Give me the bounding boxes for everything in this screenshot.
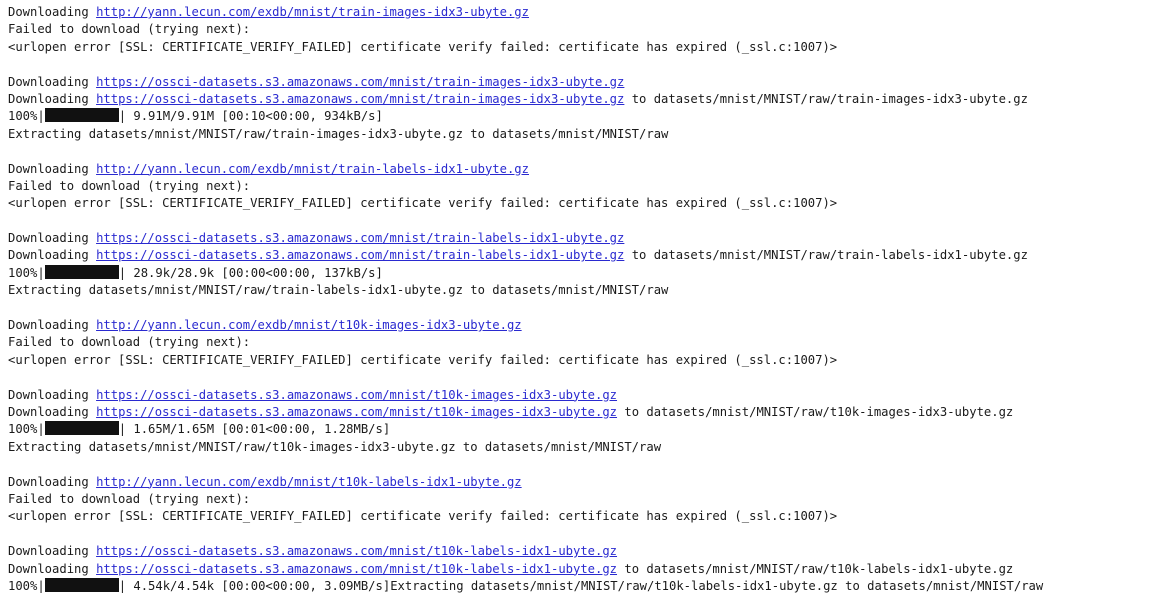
download-line: Downloading https://ossci-datasets.s3.am… xyxy=(8,91,1043,108)
console-output: Downloading http://yann.lecun.com/exdb/m… xyxy=(8,4,1043,595)
progress-bar-fill xyxy=(44,421,119,436)
progress-bar-fill xyxy=(44,577,119,592)
progress-stats: | 9.91M/9.91M [00:10<00:00, 934kB/s] xyxy=(118,109,383,124)
log-line: <urlopen error [SSL: CERTIFICATE_VERIFY_… xyxy=(8,509,838,524)
progress-percent: 100%| xyxy=(8,578,45,593)
progress-bar-track xyxy=(44,577,119,592)
progress-percent: 100%| xyxy=(8,422,45,437)
download-line: Downloading http://yann.lecun.com/exdb/m… xyxy=(8,161,1043,178)
download-prefix: Downloading xyxy=(8,404,97,419)
log-line: <urlopen error [SSL: CERTIFICATE_VERIFY_… xyxy=(8,196,838,211)
download-url-link[interactable]: http://yann.lecun.com/exdb/mnist/train-l… xyxy=(96,162,529,176)
download-destination: to datasets/mnist/MNIST/raw/t10k-images-… xyxy=(617,404,1014,419)
download-line: Downloading https://ossci-datasets.s3.am… xyxy=(8,561,1043,578)
progress-percent: 100%| xyxy=(8,109,45,124)
progress-percent: 100%| xyxy=(8,265,45,280)
log-line: Extracting datasets/mnist/MNIST/raw/trai… xyxy=(8,126,669,141)
log-line: Extracting datasets/mnist/MNIST/raw/t10k… xyxy=(8,439,662,454)
log-line: Failed to download (trying next): xyxy=(8,335,251,350)
download-line: Downloading https://ossci-datasets.s3.am… xyxy=(8,247,1043,264)
progress-stats: | 4.54k/4.54k [00:00<00:00, 3.09MB/s] xyxy=(118,578,391,593)
download-prefix: Downloading xyxy=(8,561,97,576)
download-destination: to datasets/mnist/MNIST/raw/train-images… xyxy=(624,91,1028,106)
download-line: Downloading http://yann.lecun.com/exdb/m… xyxy=(8,317,1043,334)
download-prefix: Downloading xyxy=(8,544,97,559)
progress-line: 100%| | 28.9k/28.9k [00:00<00:00, 137kB/s… xyxy=(8,264,1043,282)
download-url-link[interactable]: https://ossci-datasets.s3.amazonaws.com/… xyxy=(96,75,624,89)
download-url-link[interactable]: https://ossci-datasets.s3.amazonaws.com/… xyxy=(96,388,617,402)
progress-stats: | 28.9k/28.9k [00:00<00:00, 137kB/s] xyxy=(118,265,383,280)
download-prefix: Downloading xyxy=(8,231,97,246)
download-prefix: Downloading xyxy=(8,474,97,489)
download-url-link[interactable]: https://ossci-datasets.s3.amazonaws.com/… xyxy=(96,562,617,576)
log-line: <urlopen error [SSL: CERTIFICATE_VERIFY_… xyxy=(8,39,838,54)
progress-line: 100%| | 1.65M/1.65M [00:01<00:00, 1.28MB/… xyxy=(8,421,1043,438)
log-line: Failed to download (trying next): xyxy=(8,491,251,506)
download-line: Downloading https://ossci-datasets.s3.am… xyxy=(8,230,1043,247)
download-url-link[interactable]: http://yann.lecun.com/exdb/mnist/t10k-im… xyxy=(96,318,522,332)
download-prefix: Downloading xyxy=(8,91,97,106)
download-line: Downloading https://ossci-datasets.s3.am… xyxy=(8,387,1043,404)
log-line: Extracting datasets/mnist/MNIST/raw/trai… xyxy=(8,283,669,298)
progress-trailing-text: Extracting datasets/mnist/MNIST/raw/t10k… xyxy=(390,578,1044,593)
download-url-link[interactable]: https://ossci-datasets.s3.amazonaws.com/… xyxy=(96,92,624,106)
progress-bar-fill xyxy=(44,264,119,279)
progress-bar-track xyxy=(44,421,119,436)
progress-bar-fill xyxy=(44,108,119,123)
download-prefix: Downloading xyxy=(8,248,97,263)
download-prefix: Downloading xyxy=(8,161,97,176)
progress-line: 100%| | 4.54k/4.54k [00:00<00:00, 3.09MB/… xyxy=(8,577,1044,595)
download-url-link[interactable]: http://yann.lecun.com/exdb/mnist/t10k-la… xyxy=(96,475,522,489)
progress-bar-track xyxy=(44,108,119,123)
download-url-link[interactable]: http://yann.lecun.com/exdb/mnist/train-i… xyxy=(96,5,529,19)
download-url-link[interactable]: https://ossci-datasets.s3.amazonaws.com/… xyxy=(96,231,624,245)
download-line: Downloading https://ossci-datasets.s3.am… xyxy=(8,404,1043,421)
download-prefix: Downloading xyxy=(8,5,97,19)
download-line: Downloading https://ossci-datasets.s3.am… xyxy=(8,543,1043,560)
log-line: Failed to download (trying next): xyxy=(8,22,251,37)
progress-line: 100%| | 9.91M/9.91M [00:10<00:00, 934kB/s… xyxy=(8,108,1043,125)
log-line: <urlopen error [SSL: CERTIFICATE_VERIFY_… xyxy=(8,352,838,367)
download-destination: to datasets/mnist/MNIST/raw/t10k-labels-… xyxy=(617,561,1014,576)
download-prefix: Downloading xyxy=(8,387,97,402)
log-line: Failed to download (trying next): xyxy=(8,178,251,193)
download-url-link[interactable]: https://ossci-datasets.s3.amazonaws.com/… xyxy=(96,248,624,262)
download-url-link[interactable]: https://ossci-datasets.s3.amazonaws.com/… xyxy=(96,544,617,558)
download-line: Downloading http://yann.lecun.com/exdb/m… xyxy=(8,4,1043,21)
download-destination: to datasets/mnist/MNIST/raw/train-labels… xyxy=(624,248,1028,263)
download-url-link[interactable]: https://ossci-datasets.s3.amazonaws.com/… xyxy=(96,405,617,419)
progress-bar-track xyxy=(44,264,119,279)
download-line: Downloading https://ossci-datasets.s3.am… xyxy=(8,74,1043,91)
download-line: Downloading http://yann.lecun.com/exdb/m… xyxy=(8,474,1043,491)
progress-stats: | 1.65M/1.65M [00:01<00:00, 1.28MB/s] xyxy=(118,422,391,437)
download-prefix: Downloading xyxy=(8,74,97,89)
download-prefix: Downloading xyxy=(8,318,97,333)
